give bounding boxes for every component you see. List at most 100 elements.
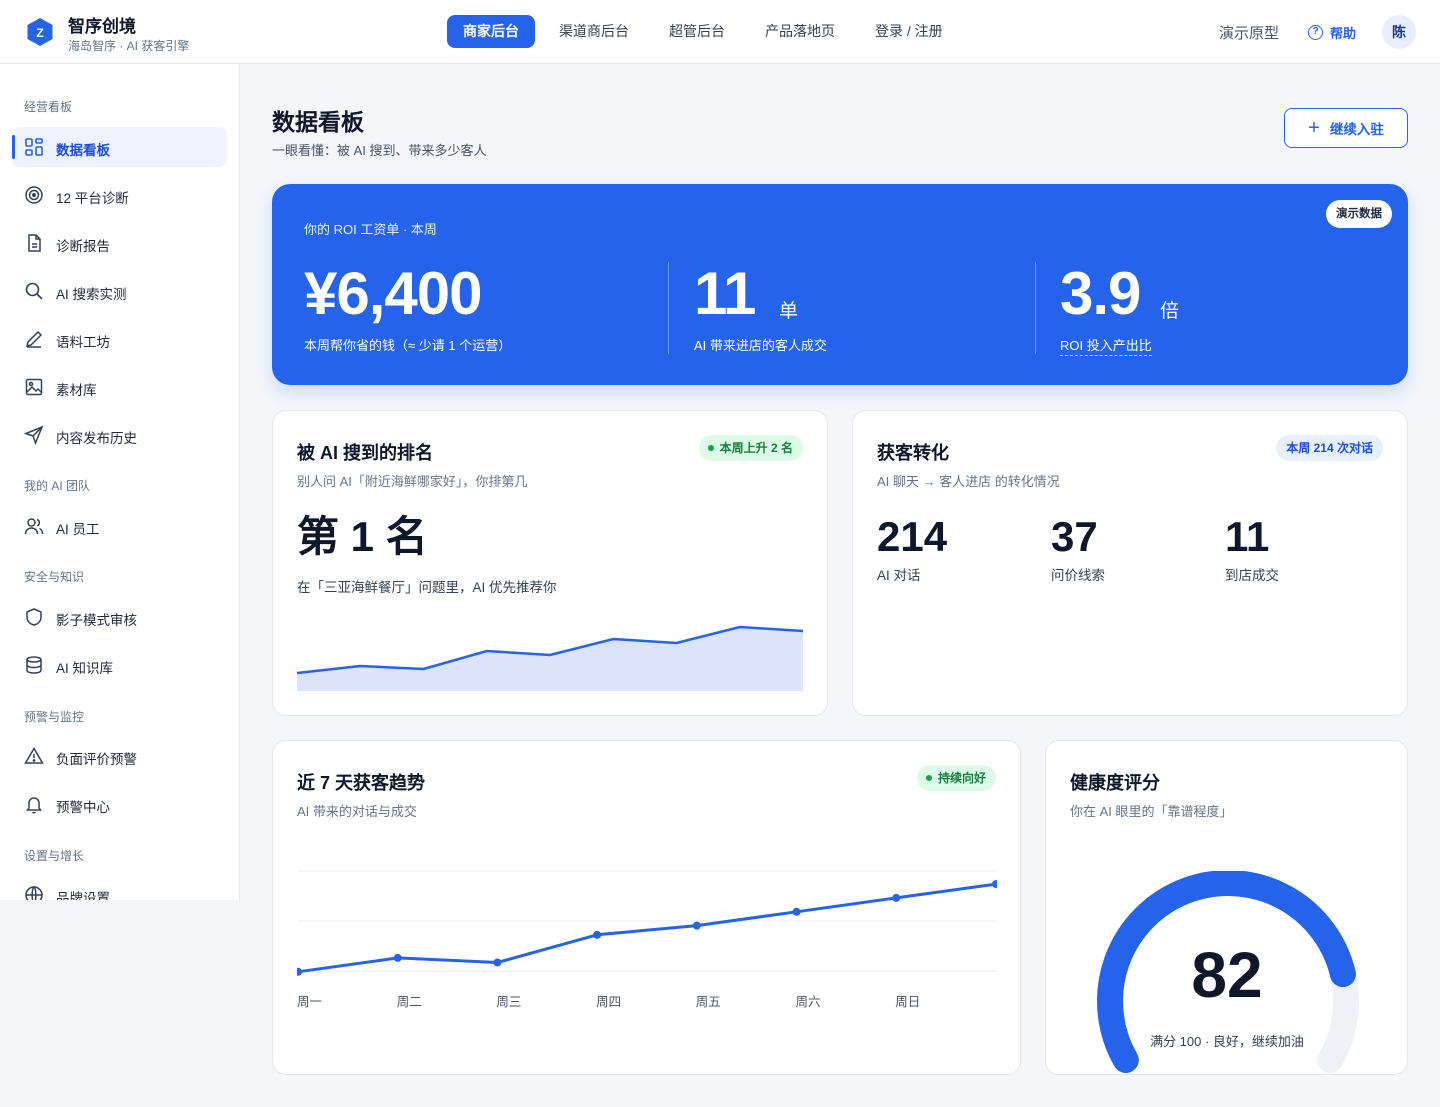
target-icon xyxy=(25,186,43,204)
svg-text:Z: Z xyxy=(36,26,43,40)
health-title: 健康度评分 xyxy=(1070,773,1160,793)
section-title-ops: 经营看板 xyxy=(24,100,73,114)
stat-label: 到店成交 xyxy=(1225,568,1279,583)
search-icon xyxy=(25,282,43,300)
sidebar-item-ai-staff[interactable]: AI 员工 xyxy=(12,506,227,546)
trend-subtitle: AI 带来的对话与成交 xyxy=(297,804,417,819)
section-title-security: 安全与知识 xyxy=(24,570,85,584)
sidebar-item-assets[interactable]: 素材库 xyxy=(12,367,227,407)
rank-up-badge-label: 本周上升 2 名 xyxy=(719,441,793,455)
status-dot-icon xyxy=(707,445,714,451)
roi-orders-caption: AI 带来进店的客人成交 xyxy=(694,338,827,353)
conversion-subtitle: AI 聊天 → 客人进店 的转化情况 xyxy=(877,474,1060,489)
roi-ratio-caption: ROI 投入产出比 xyxy=(1060,335,1152,356)
x-tick-label: 周四 xyxy=(596,995,621,1009)
roi-banner: 你的 ROI 工资单 · 本周 演示数据 ¥6,400 本周帮你省的钱（≈ 少请… xyxy=(272,184,1408,385)
brand-subtitle: 海岛智序 · AI 获客引擎 xyxy=(68,39,190,53)
series-line xyxy=(297,882,997,974)
sidebar-item-publish-history[interactable]: 内容发布历史 xyxy=(12,415,227,455)
sidebar-item-label: 数据看板 xyxy=(56,143,110,158)
sidebar-item-label: 内容发布历史 xyxy=(56,431,137,446)
data-point[interactable] xyxy=(892,893,901,902)
sidebar-item-ai-search[interactable]: AI 搜索实测 xyxy=(12,271,227,311)
demo-data-badge: 演示数据 xyxy=(1326,200,1392,228)
data-point[interactable] xyxy=(593,930,602,939)
sidebar-item-knowledge[interactable]: AI 知识库 xyxy=(12,645,227,685)
sidebar-item-label: AI 搜索实测 xyxy=(56,287,127,302)
stat-value: 11 xyxy=(1225,513,1270,560)
ranking-title: 被 AI 搜到的排名 xyxy=(297,443,434,463)
warning-icon xyxy=(24,747,44,764)
section-title-ai-team: 我的 AI 团队 xyxy=(24,479,91,493)
sidebar-item-report[interactable]: 诊断报告 xyxy=(12,223,227,263)
trend-card: 近 7 天获客趋势 AI 带来的对话与成交 持续向好 周一 周二 周三 周四 周五 周六周… xyxy=(272,740,1021,1075)
sidebar-item-label: 负面评价预警 xyxy=(56,752,137,767)
roi-ratio-unit: 倍 xyxy=(1160,301,1180,322)
trend-badge: 持续向好 xyxy=(916,765,996,791)
brand-logo-icon[interactable]: Z xyxy=(26,17,54,47)
conversation-count-badge: 本周 214 次对话 xyxy=(1276,435,1383,461)
sidebar-item-label: 诊断报告 xyxy=(56,239,110,254)
health-card: 健康度评分 你在 AI 眼里的「靠谱程度」 82 满分 100 · 良好，继续加… xyxy=(1045,740,1408,1075)
nav-channel[interactable]: 渠道商后台 xyxy=(543,15,645,48)
stat-ai-conversations: 214 AI 对话 xyxy=(877,511,947,584)
help-button[interactable]: ? 帮助 xyxy=(1308,23,1356,42)
continue-onboarding-button[interactable]: + 继续入驻 xyxy=(1284,108,1408,148)
trend-badge-label: 持续向好 xyxy=(937,771,986,785)
send-icon xyxy=(24,425,44,445)
nav-merchant[interactable]: 商家后台 xyxy=(447,15,535,48)
roi-saved-caption: 本周帮你省的钱（≈ 少请 1 个运营） xyxy=(304,338,512,353)
sidebar-item-shadow-review[interactable]: 影子模式审核 xyxy=(12,597,227,637)
page-subtitle: 一眼看懂：被 AI 搜到、带来多少客人 xyxy=(272,143,487,158)
user-avatar[interactable]: 陈 xyxy=(1382,15,1416,49)
sidebar-item-brand-settings[interactable]: 品牌设置 xyxy=(12,875,227,900)
stat-label: AI 对话 xyxy=(877,568,921,583)
x-tick-label: 周日 xyxy=(895,995,920,1009)
sidebar-item-label: AI 知识库 xyxy=(56,661,114,676)
globe-icon xyxy=(25,886,43,900)
trend-line-chart: 周一 周二 周三 周四 周五 周六 周日 xyxy=(297,870,997,1009)
data-point[interactable] xyxy=(297,967,302,976)
sidebar-item-negative-review[interactable]: 负面评价预警 xyxy=(12,736,227,776)
grid-icon xyxy=(25,138,43,156)
cta-label: 继续入驻 xyxy=(1329,122,1384,137)
data-point[interactable] xyxy=(991,880,997,889)
roi-title: 你的 ROI 工资单 · 本周 xyxy=(304,222,437,237)
sidebar-item-label: AI 员工 xyxy=(56,522,100,537)
data-point[interactable] xyxy=(792,907,801,916)
sidebar-item-alert-center[interactable]: 预警中心 xyxy=(12,784,227,824)
nav-login[interactable]: 登录 / 注册 xyxy=(859,15,959,48)
sidebar: 经营看板 数据看板 12 平台诊断 诊断报告 AI 搜索实测 语料工坊 素材库 … xyxy=(0,64,240,900)
sidebar-item-label: 12 平台诊断 xyxy=(56,191,129,206)
sidebar-item-corpus[interactable]: 语料工坊 xyxy=(12,319,227,359)
roi-divider xyxy=(1035,262,1036,354)
shield-icon xyxy=(26,608,42,626)
x-tick-label: 周二 xyxy=(397,995,422,1009)
sidebar-item-diagnosis[interactable]: 12 平台诊断 xyxy=(12,175,227,215)
question-icon: ? xyxy=(1308,25,1323,40)
stat-store-deals: 11 到店成交 xyxy=(1225,511,1279,584)
ranking-sparkline xyxy=(297,625,803,691)
roi-orders-unit: 单 xyxy=(779,301,799,322)
health-caption: 满分 100 · 良好，继续加油 xyxy=(1150,1034,1304,1049)
sidebar-item-dashboard[interactable]: 数据看板 xyxy=(12,127,227,167)
stat-price-leads: 37 问价线索 xyxy=(1051,511,1105,584)
data-point[interactable] xyxy=(393,953,402,962)
roi-saved-value: ¥6,400 xyxy=(304,260,483,327)
ranking-card: 被 AI 搜到的排名 别人问 AI「附近海鲜哪家好」，你排第几 本周上升 2 名… xyxy=(272,410,828,716)
data-point[interactable] xyxy=(692,921,701,930)
data-point[interactable] xyxy=(493,958,502,967)
x-tick-label: 周三 xyxy=(496,995,521,1009)
help-label: 帮助 xyxy=(1330,26,1357,41)
sidebar-item-label: 影子模式审核 xyxy=(56,613,137,628)
roi-orders-value: 11 xyxy=(694,260,756,327)
stat-value: 37 xyxy=(1051,513,1098,560)
demo-prototype-label: 演示原型 xyxy=(1219,25,1280,42)
sidebar-item-label: 素材库 xyxy=(56,383,97,398)
roi-ratio-value: 3.9 xyxy=(1060,260,1141,327)
sidebar-item-label: 语料工坊 xyxy=(56,335,110,350)
plus-icon: + xyxy=(1308,117,1320,139)
nav-superadmin[interactable]: 超管后台 xyxy=(653,15,741,48)
nav-landing[interactable]: 产品落地页 xyxy=(749,15,851,48)
status-dot-icon xyxy=(925,775,932,781)
